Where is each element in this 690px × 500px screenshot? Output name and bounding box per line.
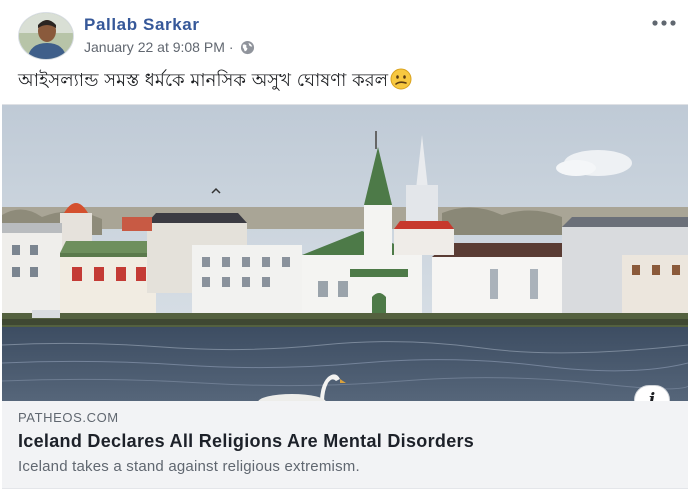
confused-face-emoji [390,68,412,90]
globe-icon[interactable] [240,40,255,55]
post-message-text: আইসল্যান্ড সমস্ত ধর্মকে মানসিক অসুখ ঘোষণ… [18,70,389,91]
author-name[interactable]: Pallab Sarkar [84,15,200,35]
link-preview-caption[interactable]: PATHEOS.COM Iceland Declares All Religio… [2,401,688,489]
link-domain: PATHEOS.COM [18,410,119,425]
link-description: Iceland takes a stand against religious … [18,458,360,475]
post-meta: January 22 at 9:08 PM · [84,39,255,55]
link-preview-image[interactable] [2,104,688,401]
link-headline[interactable]: Iceland Declares All Religions Are Menta… [18,431,474,452]
post-message: আইসল্যান্ড সমস্ত ধর্মকে মানসিক অসুখ ঘোষণ… [18,66,412,97]
post-header: Pallab Sarkar January 22 at 9:08 PM · [0,0,690,70]
avatar[interactable] [18,12,74,60]
meta-separator: · [228,39,234,55]
more-options-icon[interactable] [648,12,680,34]
facebook-post: Pallab Sarkar January 22 at 9:08 PM · আই… [0,0,690,500]
post-timestamp[interactable]: January 22 at 9:08 PM [84,39,225,55]
